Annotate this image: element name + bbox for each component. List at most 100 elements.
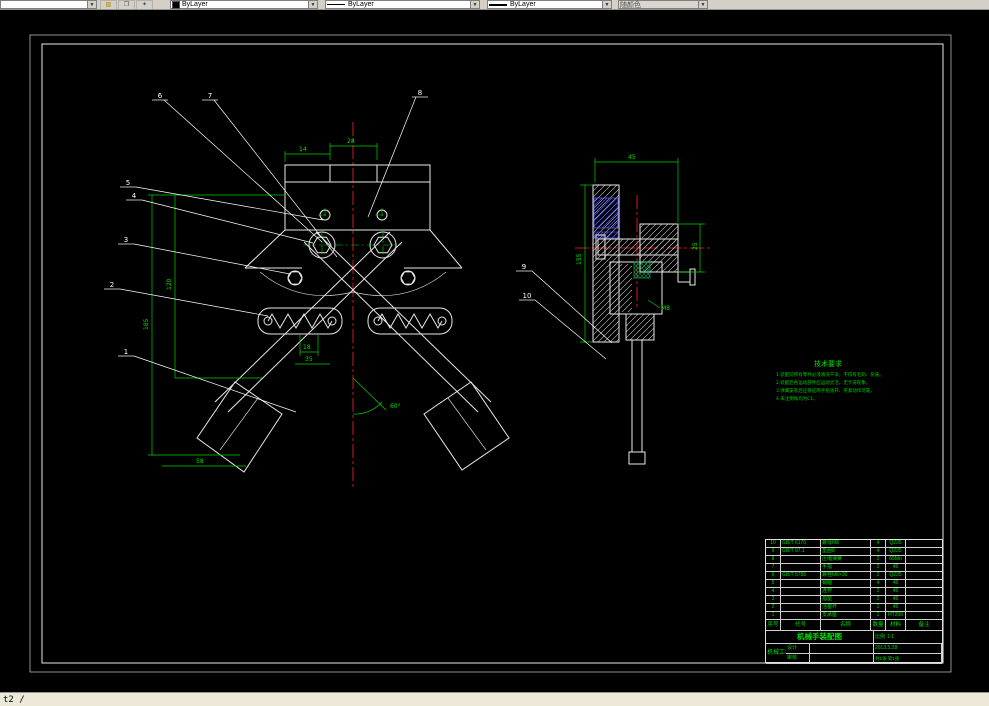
note-line: 3.弹簧安装后应保证两手指张开、夹紧动作可靠。: [776, 387, 875, 394]
bom-cell: GB/T 97.1: [781, 548, 821, 556]
chevron-down-icon[interactable]: ▼: [308, 1, 317, 8]
bom-cell: [906, 556, 942, 564]
school-name: 机械工程学院: [766, 644, 786, 664]
color-control-dropdown[interactable]: ByLayer ▼: [170, 0, 318, 9]
bom-row: 1 支承座 1 HT200: [766, 612, 942, 620]
make-layer-current-icon[interactable]: ▨: [100, 0, 117, 9]
bom-cell: 1: [871, 604, 886, 612]
bom-row: 9 GB/T 97.1 垫圈8 4 Q235: [766, 548, 942, 556]
linetype-sample: [327, 4, 345, 5]
bom-cell: [906, 564, 942, 572]
part-callouts: 1 2 3 4 5 6 7 8 9 10: [104, 89, 613, 413]
chevron-down-icon[interactable]: ▼: [602, 1, 611, 8]
bom-cell: 8: [766, 556, 781, 564]
bom-cell: 4: [766, 588, 781, 596]
bom-cell: [906, 540, 942, 548]
bom-cell: [906, 580, 942, 588]
bom-cell: 1: [766, 612, 781, 620]
bom-header-cell: 名称: [821, 620, 871, 631]
bom-cell: [781, 564, 821, 572]
bom-cell: Q235: [886, 548, 906, 556]
bom-header-cell: 代号: [781, 620, 821, 631]
bom-cell: 4: [871, 540, 886, 548]
check-label: 审核: [786, 654, 810, 664]
dim-label: 185: [143, 318, 150, 330]
front-view: [196, 122, 510, 488]
bom-cell: [781, 580, 821, 588]
dim-label: 14: [299, 146, 307, 153]
bom-cell: [781, 604, 821, 612]
bom-cell: 垫圈8: [821, 548, 871, 556]
callout-number: 3: [124, 236, 128, 244]
dim-label: 45: [628, 154, 636, 161]
dim-label: 28: [347, 138, 355, 145]
bom-cell: 45: [886, 604, 906, 612]
bom-cell: Q235: [886, 572, 906, 580]
design-label: 设计: [786, 644, 810, 654]
lineweight-control-value: ByLayer: [510, 1, 536, 8]
bom-cell: 6: [766, 572, 781, 580]
technical-notes: 技术要求 1.装配前所有零件必须清洗干净，不得有毛刺、杂质。 2.装配后各运动部…: [776, 359, 884, 402]
bom-header-cell: 序号: [766, 620, 781, 631]
bom-cell: 65Mn: [886, 556, 906, 564]
dim-label: 18: [303, 344, 311, 351]
note-line: 1.装配前所有零件必须清洗干净，不得有毛刺、杂质。: [776, 371, 884, 378]
plotstyle-control-value: 随颜色: [620, 1, 641, 9]
bom-cell: [781, 596, 821, 604]
bom-row: 2 活塞杆 1 45: [766, 604, 942, 612]
bom-cell: [781, 588, 821, 596]
callout-number: 7: [208, 92, 212, 100]
sheet-info: 共1张 第1张: [874, 654, 942, 664]
dim-label: 60°: [390, 403, 401, 410]
bom-cell: 活塞杆: [821, 604, 871, 612]
dim-label: 58: [196, 458, 204, 465]
scale-label: 比例: [875, 633, 886, 640]
bom-header-row: 序号 代号 名称 数量 材料 备注: [766, 620, 942, 631]
chevron-down-icon[interactable]: ▼: [87, 1, 96, 8]
bom-header-cell: 材料: [886, 620, 906, 631]
drawing-canvas[interactable]: 28 14 120 185 58 18 35 60° 45 155 25 M8 …: [0, 10, 989, 692]
bom-cell: 手指: [821, 564, 871, 572]
layer-states-icon[interactable]: ✦: [136, 0, 153, 9]
layer-previous-icon[interactable]: ❐: [118, 0, 135, 9]
lineweight-control-dropdown[interactable]: ByLayer ▼: [487, 0, 612, 9]
scale-value: 1:1: [887, 633, 894, 640]
bom-cell: 2: [766, 604, 781, 612]
bom-cell: 2: [871, 588, 886, 596]
bom-row: 5 销轴 4 45: [766, 580, 942, 588]
title-area: 机械手装配图 比例 1:1 设计 2013.5.28 机械工程学院 审核 共1张…: [766, 631, 942, 664]
linetype-control-value: ByLayer: [348, 1, 374, 8]
callout-number: 1: [124, 348, 128, 356]
bom-cell: [906, 604, 942, 612]
bom-cell: 45: [886, 588, 906, 596]
color-swatch: [172, 0, 180, 9]
bom-row: 8 压缩弹簧 2 65Mn: [766, 556, 942, 564]
bom-cell: 2: [871, 596, 886, 604]
callout-number: 6: [158, 92, 163, 100]
bom-cell: GB/T 6170: [781, 540, 821, 548]
bom-cell: 7: [766, 564, 781, 572]
command-line-bar[interactable]: t2 /: [0, 692, 989, 706]
callout-number: 2: [110, 281, 114, 289]
bom-cell: 2: [871, 556, 886, 564]
bom-cell: 销轴: [821, 580, 871, 588]
bom-cell: GB/T 5783: [781, 572, 821, 580]
callout-number: 10: [523, 292, 532, 300]
bom-cell: 螺栓M8×30: [821, 572, 871, 580]
bom-cell: 9: [766, 548, 781, 556]
bom-header-cell: 备注: [906, 620, 942, 631]
bom-cell: [906, 572, 942, 580]
chevron-down-icon: ▼: [698, 1, 707, 8]
bom-cell: 2: [871, 572, 886, 580]
bom-cell: 1: [871, 612, 886, 620]
layer-control-dropdown[interactable]: ▼: [0, 0, 97, 9]
linetype-control-dropdown[interactable]: ByLayer ▼: [325, 0, 480, 9]
bom-cell: 45: [886, 580, 906, 588]
notes-title: 技术要求: [814, 359, 842, 368]
side-view: [575, 184, 710, 465]
dim-label: 35: [305, 356, 313, 363]
bom-cell: 10: [766, 540, 781, 548]
bom-cell: 压缩弹簧: [821, 556, 871, 564]
chevron-down-icon[interactable]: ▼: [470, 1, 479, 8]
bom-cell: 4: [871, 580, 886, 588]
